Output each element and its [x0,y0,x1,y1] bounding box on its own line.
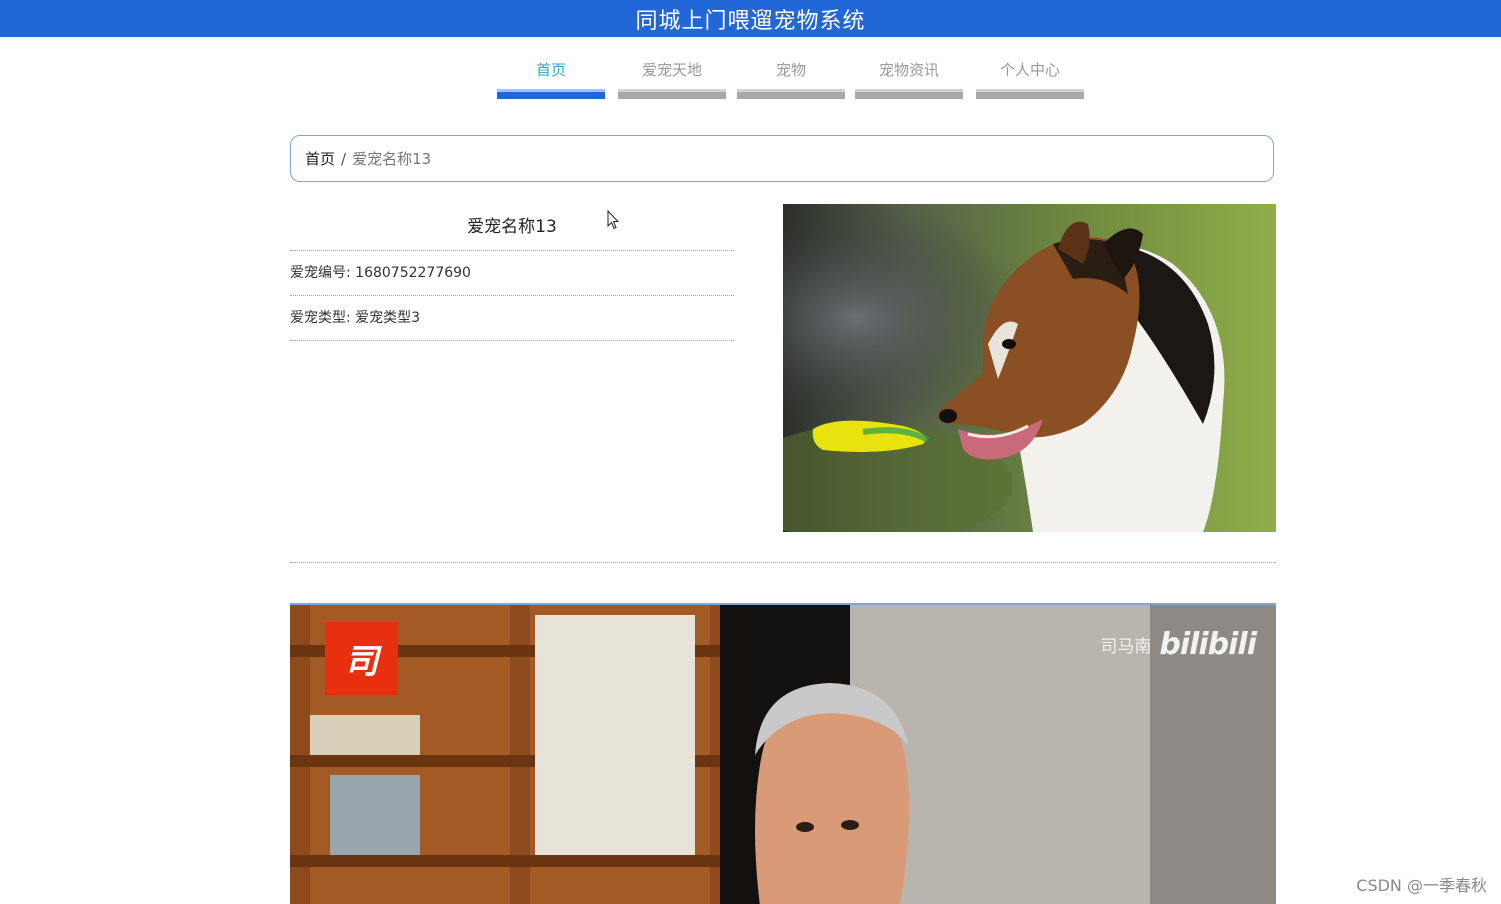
pet-name: 爱宠名称13 [290,205,734,251]
nav-tab-indicator [976,89,1084,99]
video-player[interactable]: 司 司马南 bilibili [290,603,1276,904]
video-watermark: 司马南 bilibili [1100,627,1257,662]
pet-type-label: 爱宠类型: [290,310,351,326]
main-nav: 首页 爱宠天地 宠物 宠物资讯 个人中心 [0,55,1501,105]
video-watermark-brand: bilibili [1159,627,1257,662]
video-channel-badge: 司 [325,622,398,695]
nav-tab-pet-news[interactable]: 宠物资讯 [855,55,963,100]
nav-tab-home[interactable]: 首页 [497,55,605,100]
pet-info-panel: 爱宠名称13 爱宠编号: 1680752277690 爱宠类型: 爱宠类型3 [290,205,734,341]
nav-tab-label: 爱宠天地 [641,61,702,79]
nav-tab-user-center[interactable]: 个人中心 [976,55,1084,100]
pet-type-value: 爱宠类型3 [355,310,421,326]
breadcrumb-home-link[interactable]: 首页 [305,148,335,169]
pet-id-value: 1680752277690 [355,265,471,281]
nav-tab-label: 首页 [535,61,566,79]
nav-tab-label: 宠物 [775,61,806,79]
csdn-watermark: CSDN @一季春秋 [1356,876,1487,895]
video-watermark-name: 司马南 [1100,637,1152,657]
pet-photo [783,204,1276,532]
breadcrumb-separator: / [341,149,347,168]
nav-tab-indicator [855,89,963,99]
nav-tab-label: 个人中心 [999,61,1060,79]
pet-id-row: 爱宠编号: 1680752277690 [290,251,734,296]
nav-tab-indicator [737,89,845,99]
nav-tab-label: 宠物资讯 [878,61,939,79]
app-header: 同城上门喂遛宠物系统 [0,0,1501,37]
nav-tab-pets[interactable]: 宠物 [737,55,845,100]
breadcrumb-current: 爱宠名称13 [352,150,432,168]
nav-tab-pet-world[interactable]: 爱宠天地 [618,55,726,100]
nav-tab-indicator [497,89,605,99]
section-divider [290,562,1276,563]
breadcrumb: 首页 / 爱宠名称13 [290,135,1274,182]
pet-type-row: 爱宠类型: 爱宠类型3 [290,296,734,341]
mouse-cursor-icon [607,210,619,230]
pet-id-label: 爱宠编号: [290,265,351,281]
nav-tab-indicator [618,89,726,99]
app-title: 同城上门喂遛宠物系统 [635,8,866,34]
collie-dog-image [783,204,1276,532]
